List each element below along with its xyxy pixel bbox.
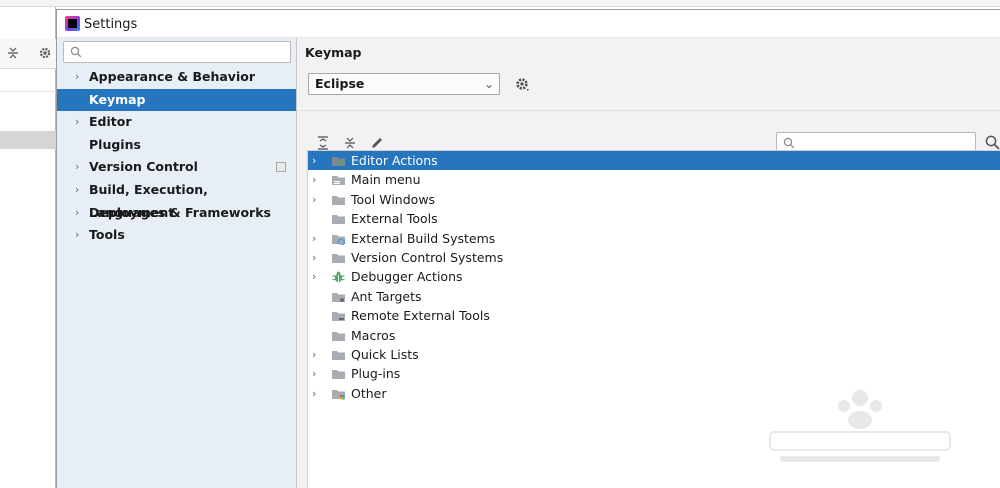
nav-item-build-execution-deployment[interactable]: › Build, Execution, Deployment [57,179,296,220]
keymap-panel: Keymap Eclipse ⌄ › Editor Actions › Main… [297,38,1000,488]
action-label: Editor Actions [351,153,438,168]
intellij-app-icon [65,16,80,31]
action-row-editor-actions[interactable]: › Editor Actions [308,151,1000,171]
action-row-remote-external-tools[interactable]: Remote External Tools [308,306,1000,325]
chevron-right-icon[interactable]: › [312,364,322,383]
nav-item-label: Plugins [89,136,141,152]
chevron-right-icon[interactable]: › [312,345,322,364]
window-title: Settings [84,17,138,32]
nav-item-label: Version Control [89,159,198,175]
action-label: Ant Targets [351,288,422,304]
nav-item-keymap[interactable]: Keymap [57,88,296,112]
action-row-other[interactable]: › Other [308,384,1000,403]
action-row-external-build-systems[interactable]: › External Build Systems [308,229,1000,248]
action-row-quick-lists[interactable]: › Quick Lists [308,345,1000,364]
chevron-right-icon[interactable]: › [75,179,85,202]
chevron-right-icon[interactable]: › [75,156,85,179]
chevron-right-icon[interactable]: › [312,267,322,286]
chevron-down-icon: ⌄ [483,77,494,91]
menu-folder-icon [332,176,345,186]
nav-item-version-control[interactable]: › Version Control [57,156,296,179]
chevron-right-icon[interactable]: › [75,111,85,134]
action-row-macros[interactable]: Macros [308,326,1000,345]
action-label: Main menu [351,172,421,188]
action-label: Plug-ins [351,366,401,382]
folder-icon [332,195,345,205]
ant-folder-icon [332,292,345,302]
project-level-icon [276,162,286,173]
bug-icon [332,271,345,283]
chevron-right-icon[interactable]: › [312,190,322,209]
action-row-tool-windows[interactable]: › Tool Windows [308,190,1000,209]
settings-dialog: Settings › Appearance & Behavior Keymap › Ed… [56,9,1000,488]
nav-item-plugins[interactable]: Plugins [57,134,296,157]
gear-icon[interactable] [38,46,52,60]
chevron-right-icon[interactable]: › [312,248,322,267]
chevron-right-icon[interactable]: › [75,202,85,225]
settings-search-input[interactable] [63,41,291,63]
panel-separator [297,110,1000,111]
action-row-plug-ins[interactable]: › Plug-ins [308,364,1000,383]
chevron-right-icon[interactable]: › [312,151,322,170]
nav-item-label: Keymap [89,91,146,107]
collapse-all-icon[interactable] [6,46,20,60]
background-selected-row[interactable] [0,131,56,149]
action-label: Debugger Actions [351,269,463,285]
keymap-scheme-value: Eclipse [315,76,365,91]
action-tree: › Editor Actions › Main menu › Tool Windows Ex… [307,150,1000,488]
background-ide-window [0,7,56,488]
nav-item-editor[interactable]: › Editor [57,111,296,134]
nav-item-tools[interactable]: › Tools [57,224,296,247]
background-toolbar [0,39,56,69]
search-icon [783,137,795,149]
panel-title: Keymap [305,45,362,60]
action-label: Other [351,385,387,401]
keymap-scheme-select[interactable]: Eclipse ⌄ [308,73,500,95]
settings-category-list: › Appearance & Behavior Keymap › Editor Plugi… [57,66,296,247]
chevron-right-icon[interactable]: › [75,224,85,247]
build-gear-folder-icon [332,234,346,245]
folder-icon [332,331,345,341]
remote-folder-icon [332,312,345,322]
find-by-shortcut-icon[interactable] [984,134,1000,151]
action-row-version-control-systems[interactable]: › Version Control Systems [308,248,1000,267]
nav-item-label: Tools [89,227,125,243]
chevron-right-icon[interactable]: › [312,229,322,248]
folder-icon [332,350,345,360]
chevron-right-icon[interactable]: › [312,384,322,403]
expand-all-icon[interactable] [315,135,331,151]
action-label: Quick Lists [351,346,419,362]
search-icon [70,46,82,58]
edit-pencil-icon[interactable] [369,135,385,151]
action-row-ant-targets[interactable]: Ant Targets [308,287,1000,306]
action-label: Remote External Tools [351,308,490,324]
nav-item-label: Appearance & Behavior [89,69,255,84]
scheme-settings-gear-icon[interactable] [514,76,530,92]
action-label: Macros [351,327,396,343]
other-folder-icon [332,389,345,400]
collapse-all-icon[interactable] [342,135,358,151]
settings-navigation: › Appearance & Behavior Keymap › Editor Plugi… [57,38,297,488]
folder-icon [332,215,345,225]
editor-actions-icon [332,157,345,166]
action-label: External Build Systems [351,230,496,246]
folder-icon [332,370,345,380]
chevron-right-icon[interactable]: › [75,66,85,89]
title-bar[interactable]: Settings [57,10,1000,38]
action-label: External Tools [351,211,438,227]
background-divider [0,91,56,92]
nav-item-languages-frameworks[interactable]: › Languages & Frameworks [57,202,296,225]
action-label: Tool Windows [351,191,436,207]
action-row-debugger-actions[interactable]: › Debugger Actions [308,267,1000,286]
folder-icon [332,253,345,263]
background-window-edge [0,0,1000,7]
nav-item-label: Languages & Frameworks [89,204,271,220]
action-label: Version Control Systems [351,249,504,265]
chevron-right-icon[interactable]: › [312,170,322,189]
nav-item-label: Editor [89,114,132,130]
action-row-main-menu[interactable]: › Main menu [308,170,1000,189]
action-row-external-tools[interactable]: External Tools [308,209,1000,228]
nav-item-appearance-behavior[interactable]: › Appearance & Behavior [57,66,296,89]
